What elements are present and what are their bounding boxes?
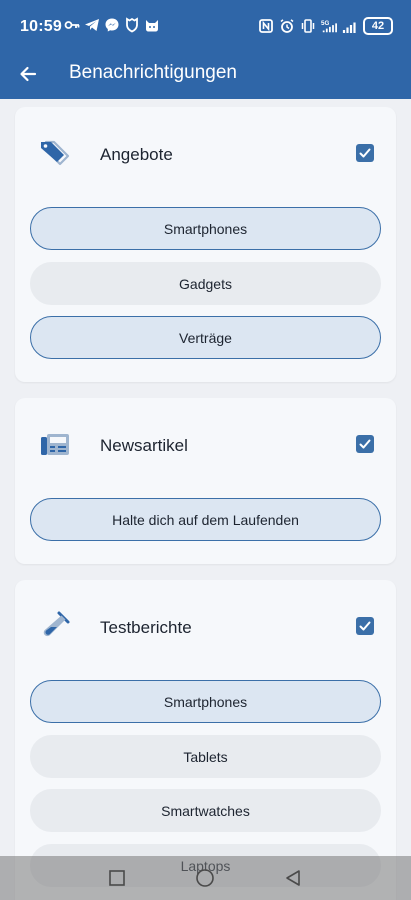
signal-icon [342, 22, 356, 33]
cat-icon [146, 20, 158, 32]
section-header: Angebote [15, 107, 396, 203]
status-bar: 10:59 5G 42 [0, 0, 411, 50]
section-card-testberichte: Testberichte Smartphones Tablets Smartwa… [15, 580, 396, 900]
section-checkbox[interactable] [356, 144, 374, 162]
battery-icon: 42 [363, 17, 393, 35]
section-title: Newsartikel [100, 436, 188, 455]
vibrate-icon [301, 19, 315, 33]
option-pill[interactable]: Smartphones [30, 680, 381, 723]
alarm-icon [280, 19, 294, 33]
arrow-back-icon [20, 66, 37, 82]
nfc-icon [259, 19, 273, 33]
option-pill[interactable]: Tablets [30, 735, 381, 778]
status-system-icons: 5G 42 [258, 17, 393, 35]
section-card-newsartikel: Newsartikel Halte dich auf dem Laufenden [15, 398, 396, 564]
status-notification-icons [64, 17, 160, 33]
circle-icon [196, 869, 214, 887]
option-pill[interactable]: Gadgets [30, 262, 381, 305]
option-pill[interactable]: Verträge [30, 316, 381, 359]
option-pill[interactable]: Halte dich auf dem Laufenden [30, 498, 381, 541]
triangle-back-icon [286, 870, 300, 886]
messenger-icon [105, 18, 119, 32]
tag-icon [41, 140, 70, 166]
back-nav-button[interactable] [282, 867, 304, 889]
section-title: Testberichte [100, 618, 192, 637]
back-button[interactable] [12, 58, 44, 90]
svg-text:5G: 5G [321, 20, 329, 27]
newspaper-icon [41, 434, 69, 455]
option-pill[interactable]: Smartwatches [30, 789, 381, 832]
system-nav-bar [0, 856, 411, 900]
square-icon [109, 870, 125, 886]
option-pill[interactable]: Smartphones [30, 207, 381, 250]
checkmark-icon [359, 439, 371, 449]
section-card-angebote: Angebote Smartphones Gadgets Verträge [15, 107, 396, 382]
test-tube-icon [43, 611, 70, 637]
checkmark-icon [359, 621, 371, 631]
telegram-icon [85, 19, 99, 31]
recents-button[interactable] [106, 867, 128, 889]
app-bar: Benachrichtigungen [0, 50, 411, 99]
section-title: Angebote [100, 145, 173, 164]
section-checkbox[interactable] [356, 435, 374, 453]
signal-5g-icon: 5G [321, 20, 337, 33]
page-title: Benachrichtigungen [69, 62, 237, 83]
status-time: 10:59 [20, 18, 62, 35]
section-header: Newsartikel [15, 398, 396, 494]
shield-icon [126, 17, 138, 33]
notification-settings-list[interactable]: Angebote Smartphones Gadgets Verträge Ne… [0, 99, 411, 900]
section-header: Testberichte [15, 580, 396, 676]
section-checkbox[interactable] [356, 617, 374, 635]
checkmark-icon [359, 148, 371, 158]
home-button[interactable] [194, 867, 216, 889]
top-bar: 10:59 5G 42 Benachrichtigungen [0, 0, 411, 99]
key-icon [64, 21, 80, 29]
